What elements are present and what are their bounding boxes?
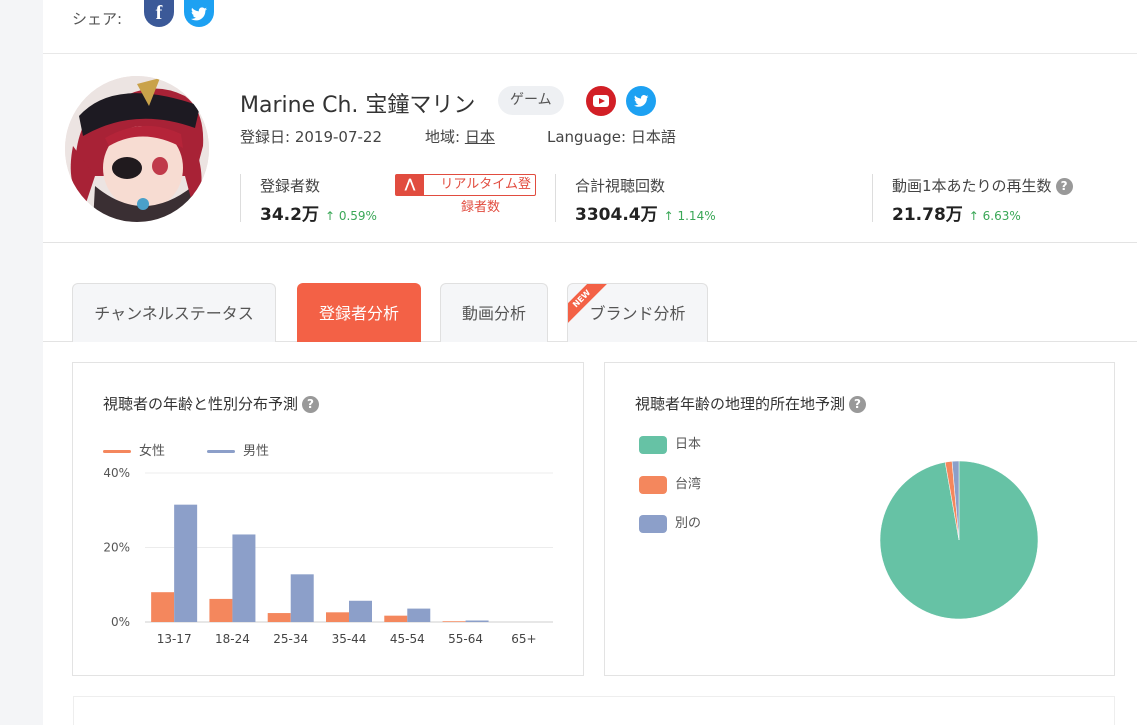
twitter-icon[interactable] — [626, 86, 656, 116]
stat-change: ↑ 6.63% — [968, 209, 1021, 223]
geo-panel: 視聴者年齢の地理的所在地予測? 日本 台湾 別の — [604, 362, 1115, 676]
geo-pie-chart — [879, 460, 1039, 620]
language: Language: 日本語 — [547, 126, 676, 147]
channel-name: Marine Ch. 宝鐘マリン — [240, 93, 476, 118]
y-tick-label: 0% — [111, 615, 130, 629]
y-tick-label: 20% — [103, 541, 130, 555]
x-tick-label: 25-34 — [273, 632, 308, 646]
bar-male-13-17 — [174, 504, 198, 622]
bar-male-35-44 — [349, 600, 372, 622]
help-icon[interactable]: ? — [1055, 178, 1073, 195]
realtime-subscribers-button[interactable]: ⋀ リアルタイム登 — [395, 174, 536, 196]
bar-female-55-64 — [442, 621, 466, 622]
stat-value: 21.78万 — [892, 205, 963, 225]
bar-male-55-64 — [465, 620, 489, 622]
x-tick-label: 65+ — [511, 632, 536, 646]
y-tick-label: 40% — [103, 466, 130, 480]
share-label: シェア: — [72, 10, 123, 28]
stat-label: 登録者数 — [260, 177, 321, 195]
tab-brand-analysis[interactable]: NEW ブランド分析 — [567, 283, 708, 342]
region-label: 地域: — [425, 128, 461, 146]
category-tag[interactable]: ゲーム — [498, 86, 564, 115]
realtime-subscribers-label[interactable]: 録者数 — [461, 196, 500, 215]
bar-female-35-44 — [326, 612, 349, 622]
x-tick-label: 35-44 — [332, 632, 367, 646]
bar-male-18-24 — [232, 534, 256, 622]
region: 地域: 日本 — [425, 126, 495, 147]
x-tick-label: 13-17 — [157, 632, 192, 646]
age-gender-bar-chart: 0% 20% 40% 13-17 18-24 25-34 35-44 45-54 55-64 65… — [103, 466, 553, 646]
stat-subscribers: 登録者数 34.2万 ↑ 0.59% — [240, 174, 377, 225]
bar-female-18-24 — [209, 598, 233, 622]
tab-bar: チャンネルステータス 登録者分析 動画分析 NEW ブランド分析 — [43, 262, 1137, 342]
tab-channel-status[interactable]: チャンネルステータス — [72, 283, 276, 342]
region-link[interactable]: 日本 — [465, 128, 495, 146]
realtime-icon: ⋀ — [396, 175, 424, 195]
page: シェア: f Marine Ch. 宝鐘マリン ゲーム 登録日: 2019-07… — [43, 0, 1137, 725]
stat-value: 34.2万 — [260, 205, 319, 225]
twitter-icon[interactable] — [184, 0, 214, 27]
x-tick-label: 55-64 — [448, 632, 483, 646]
age-gender-panel: 視聴者の年齢と性別分布予測? 女性 男性 0% 20% 40% 13-17 18-24 2… — [72, 362, 584, 676]
bar-male-45-54 — [407, 608, 431, 622]
bar-female-45-54 — [384, 615, 408, 622]
stat-label: 動画1本あたりの再生数? — [892, 175, 1073, 196]
tab-subscriber-analysis[interactable]: 登録者分析 — [297, 283, 421, 342]
tab-label: ブランド分析 — [589, 304, 686, 323]
youtube-icon[interactable] — [586, 86, 616, 116]
channel-avatar[interactable] — [65, 76, 209, 222]
stat-change: ↑ 1.14% — [663, 209, 716, 223]
stat-total-views: 合計視聴回数 3304.4万 ↑ 1.14% — [555, 174, 716, 225]
facebook-icon[interactable]: f — [144, 0, 174, 27]
next-panel — [73, 696, 1115, 725]
share-bar: シェア: f — [43, 0, 1137, 54]
stat-change: ↑ 0.59% — [324, 209, 377, 223]
registered-date: 登録日: 2019-07-22 — [240, 128, 382, 146]
stat-value: 3304.4万 — [575, 205, 658, 225]
x-tick-label: 45-54 — [390, 632, 425, 646]
language-value: 日本語 — [630, 128, 676, 146]
bar-female-13-17 — [151, 592, 175, 622]
stat-views-per-video: 動画1本あたりの再生数? 21.78万 ↑ 6.63% — [872, 174, 1073, 225]
bar-male-25-34 — [290, 574, 314, 622]
stat-label: 合計視聴回数 — [575, 177, 666, 195]
channel-header: Marine Ch. 宝鐘マリン ゲーム 登録日: 2019-07-22 地域:… — [43, 55, 1137, 243]
x-tick-label: 18-24 — [215, 632, 250, 646]
language-label: Language: — [547, 128, 627, 146]
tab-video-analysis[interactable]: 動画分析 — [440, 283, 548, 342]
bar-female-25-34 — [267, 613, 291, 622]
